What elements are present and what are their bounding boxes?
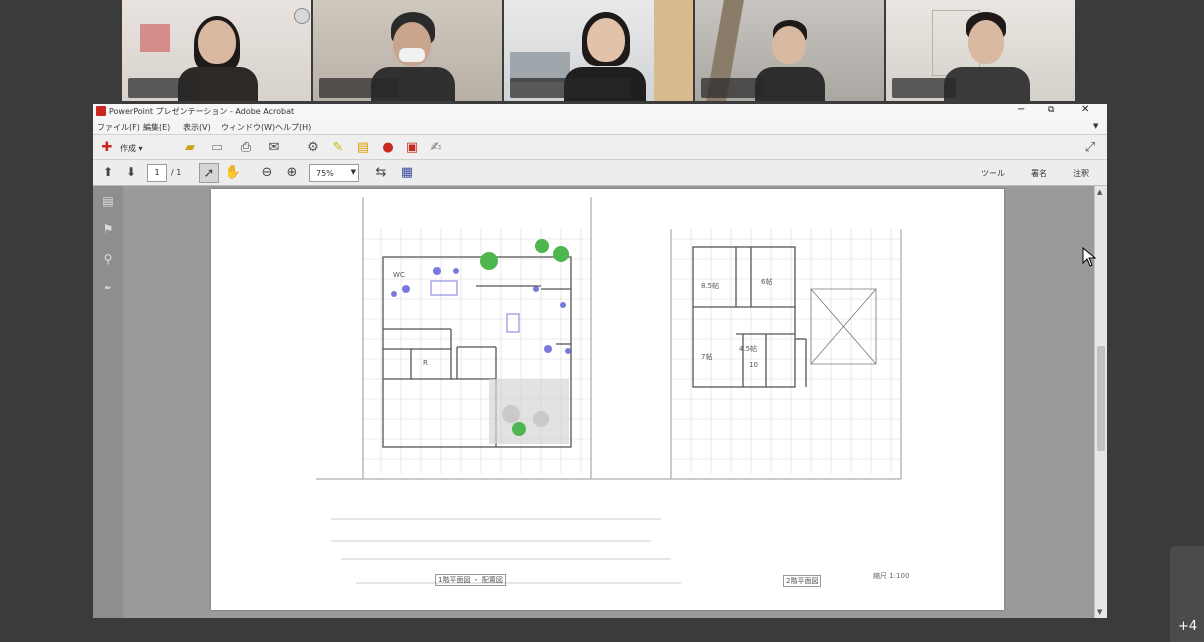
participant-body <box>755 67 825 101</box>
second-floor-caption: 2階平面図 <box>783 575 822 587</box>
room-label: 7帖 <box>701 353 713 361</box>
annotation-lines <box>331 518 681 584</box>
close-button[interactable]: ✕ <box>1081 104 1089 115</box>
minimize-button[interactable]: − <box>1017 104 1025 115</box>
pdf-page: WC R 8.5帖 6帖 7帖 4.5帖 10 1階平面図 ・ 配置図 2階平面… <box>211 189 1004 610</box>
scale-caption: 縮尺 1:100 <box>873 572 910 580</box>
menu-overflow-icon[interactable]: ▼ <box>1093 122 1098 130</box>
open-folder-icon[interactable]: ▰ <box>181 138 199 156</box>
door <box>654 0 693 101</box>
menu-window[interactable]: ウィンドウ(W) <box>221 122 275 133</box>
navigation-sidebar: ▤ ⚑ ⚲ ✒ <box>93 186 123 618</box>
video-tile-5[interactable] <box>886 0 1075 101</box>
email-icon[interactable]: ✉ <box>265 138 283 156</box>
settings-gear-icon[interactable]: ⚙ <box>304 138 322 156</box>
page-thumbnails-icon[interactable]: ▤ <box>99 192 117 210</box>
room-label: 10 <box>749 361 758 369</box>
room-label: 8.5帖 <box>701 282 720 290</box>
zoom-out-icon[interactable]: ⊖ <box>258 163 276 181</box>
acrobat-window: PowerPoint プレゼンテーション - Adobe Acrobat − ⧉… <box>93 104 1107 618</box>
zoom-in-icon[interactable]: ⊕ <box>283 163 301 181</box>
previous-page-icon[interactable]: ⬆ <box>99 163 117 181</box>
expand-toolbar-icon[interactable]: ⤢ <box>1081 138 1099 156</box>
calendar-poster <box>140 24 170 52</box>
create-pdf-icon: ✚ <box>101 139 113 155</box>
acrobat-app-icon <box>96 106 106 116</box>
room-label: R <box>423 359 428 367</box>
sign-pen-icon[interactable]: ✍ <box>427 138 445 156</box>
mouse-cursor-icon <box>1082 247 1096 267</box>
comment-pane-button[interactable]: 注釈 <box>1073 168 1089 179</box>
scroll-thumb[interactable] <box>1097 346 1105 451</box>
menu-edit[interactable]: 編集(E) <box>143 122 170 133</box>
participant-nameplate <box>319 78 399 98</box>
menu-bar: ファイル(F) 編集(E) 表示(V) ウィンドウ(W) ヘルプ(H) ▼ <box>93 119 1107 135</box>
more-participants-count: +4 <box>1178 619 1198 634</box>
create-dropdown[interactable]: 作成 ▾ <box>120 143 143 154</box>
face-mask <box>399 48 425 62</box>
wall-clock <box>294 8 310 24</box>
page-display-icon[interactable]: ▦ <box>398 163 416 181</box>
print-icon[interactable]: ⎙ <box>237 138 255 156</box>
participant-body <box>944 67 1030 101</box>
floor-plan-drawing <box>316 197 902 584</box>
comment-icon[interactable]: ✎ <box>329 138 347 156</box>
second-floor-walls <box>692 246 877 388</box>
bookmark-icon[interactable]: ⚑ <box>99 220 117 238</box>
main-toolbar: ✚ 作成 ▾ ▰ ▭ ⎙ ✉ ⚙ ✎ ▤ ● ▣ ✍ ⤢ <box>93 135 1107 160</box>
participant-nameplate <box>892 78 956 98</box>
chevron-down-icon: ▼ <box>350 168 356 176</box>
room-label: WC <box>393 271 405 279</box>
select-cursor-icon[interactable]: ➚ <box>199 163 219 183</box>
participant-face <box>198 20 236 64</box>
participant-face <box>772 26 806 64</box>
window-title: PowerPoint プレゼンテーション - Adobe Acrobat <box>109 107 295 116</box>
title-bar: PowerPoint プレゼンテーション - Adobe Acrobat − ⧉… <box>93 104 1107 119</box>
video-tile-4[interactable] <box>695 0 884 101</box>
video-tile-2[interactable] <box>313 0 502 101</box>
room-label: 6帖 <box>761 278 773 286</box>
participant-nameplate <box>701 78 763 98</box>
video-tile-1[interactable] <box>122 0 311 101</box>
sign-pane-button[interactable]: 署名 <box>1031 168 1047 179</box>
signature-panel-icon[interactable]: ✒ <box>99 280 117 298</box>
participant-nameplate <box>510 78 630 98</box>
save-icon[interactable]: ▭ <box>208 138 226 156</box>
tools-pane-button[interactable]: ツール <box>981 168 1005 179</box>
deck-area <box>489 379 569 444</box>
more-participants-badge[interactable]: +4 <box>1170 546 1204 642</box>
participant-face <box>587 18 625 62</box>
zoom-select[interactable]: 75% ▼ <box>309 164 359 182</box>
stamp-icon[interactable]: ● <box>379 138 397 156</box>
hand-tool-icon[interactable]: ✋ <box>224 163 242 181</box>
participant-nameplate <box>128 78 194 98</box>
grid-lines <box>361 229 901 474</box>
menu-help[interactable]: ヘルプ(H) <box>275 122 311 133</box>
document-viewport[interactable]: WC R 8.5帖 6帖 7帖 4.5帖 10 1階平面図 ・ 配置図 2階平面… <box>123 186 1095 618</box>
restore-button[interactable]: ⧉ <box>1048 105 1054 115</box>
navigation-toolbar: ⬆ ⬇ 1 / 1 ➚ ✋ ⊖ ⊕ 75% ▼ ⇆ ▦ ツール 署名 注釈 <box>93 160 1107 186</box>
fit-page-icon[interactable]: ⇆ <box>372 163 390 181</box>
page-number-input[interactable]: 1 <box>147 164 167 182</box>
participant-face <box>968 20 1004 64</box>
attach-file-icon[interactable]: ▣ <box>403 138 421 156</box>
first-floor-caption: 1階平面図 ・ 配置図 <box>435 574 506 586</box>
page-total: / 1 <box>171 168 182 177</box>
attachment-paperclip-icon[interactable]: ⚲ <box>99 250 117 268</box>
scroll-down-icon[interactable]: ▼ <box>1097 608 1102 616</box>
menu-file[interactable]: ファイル(F) <box>97 122 140 133</box>
next-page-icon[interactable]: ⬇ <box>122 163 140 181</box>
zoom-value: 75% <box>316 169 334 178</box>
scroll-up-icon[interactable]: ▲ <box>1097 188 1102 196</box>
menu-view[interactable]: 表示(V) <box>183 122 211 133</box>
room-label: 4.5帖 <box>739 345 758 353</box>
sticky-note-icon[interactable]: ▤ <box>354 138 372 156</box>
video-tile-3[interactable] <box>504 0 693 101</box>
